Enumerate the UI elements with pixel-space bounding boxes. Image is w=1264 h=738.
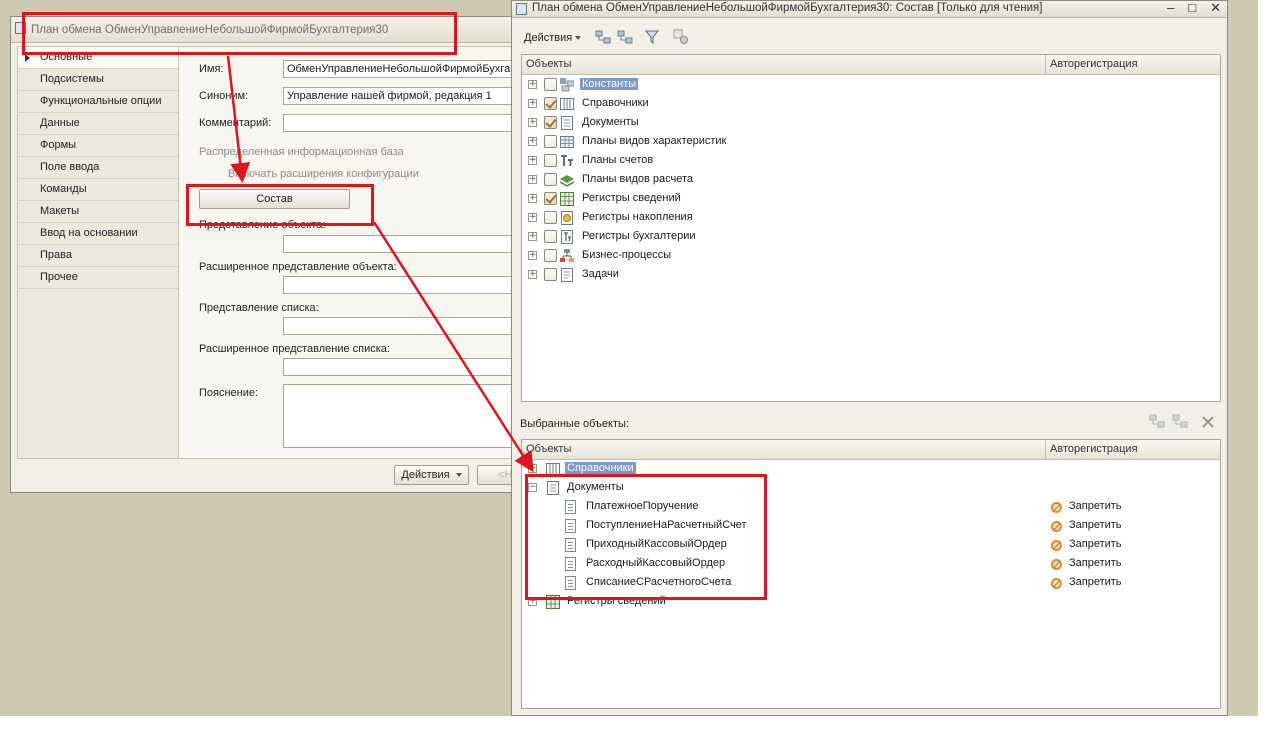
annotation-arrow-compose-to-documents — [372, 221, 534, 473]
annotation-arrows — [226, 55, 534, 473]
annotation-arrow-title-to-compose — [226, 55, 251, 183]
